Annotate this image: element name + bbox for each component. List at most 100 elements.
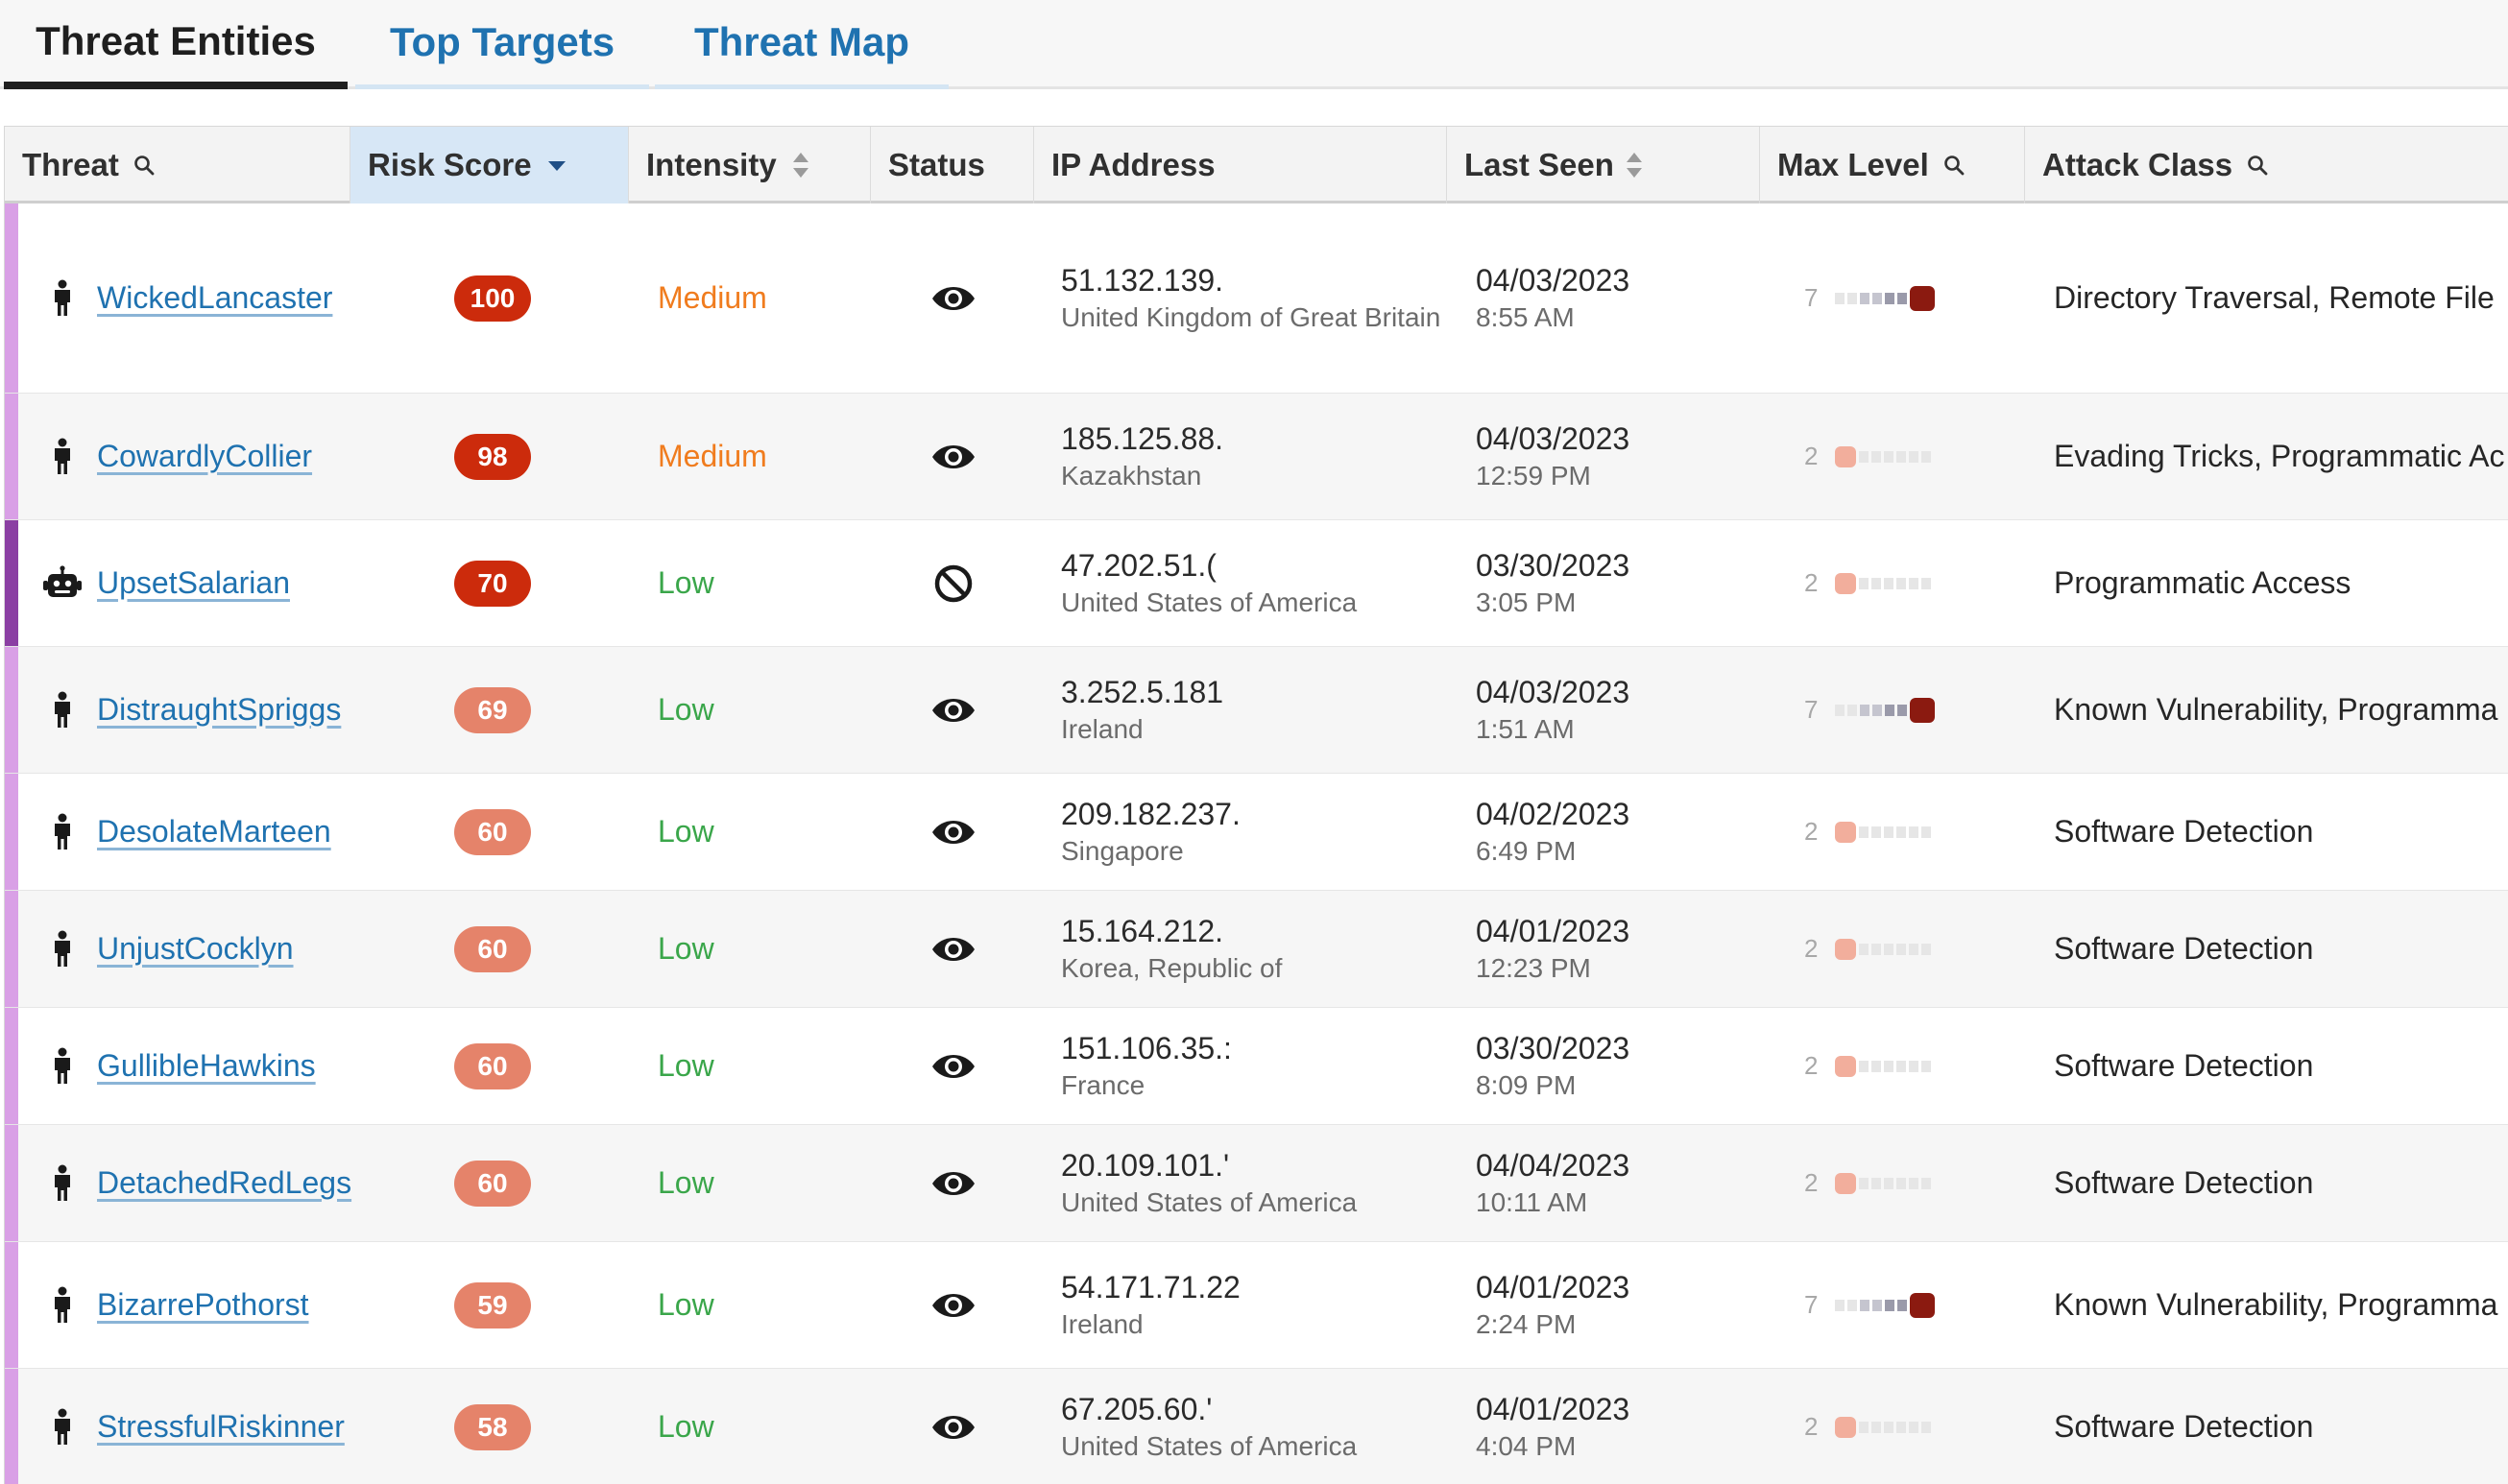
last-seen-date: 04/03/2023 (1476, 420, 1630, 456)
eye-icon[interactable] (925, 394, 982, 519)
search-icon[interactable] (2246, 154, 2269, 177)
max-level-bar (1835, 445, 1931, 467)
intensity-value: Medium (658, 439, 767, 473)
level-segment (1859, 826, 1869, 838)
ip-address: 151.106.35.: (1061, 1030, 1232, 1065)
column-max-level-label: Max Level (1777, 147, 1929, 182)
column-risk-score[interactable]: Risk Score (350, 127, 629, 203)
last-seen-time: 2:24 PM (1476, 1308, 1577, 1339)
last-seen-cell: 03/30/2023 8:09 PM (1476, 1008, 1629, 1124)
level-segment (1885, 1299, 1894, 1311)
last-seen-date: 03/30/2023 (1476, 547, 1630, 583)
eye-icon[interactable] (925, 774, 982, 890)
table-row[interactable]: GullibleHawkins 60 Low 151.106.35.: France 03… (5, 1008, 2508, 1125)
column-threat[interactable]: Threat (5, 127, 350, 203)
level-segment (1896, 450, 1906, 463)
search-icon[interactable] (133, 154, 156, 177)
risk-score-cell: 98 (446, 394, 539, 519)
ip-address: 15.164.212. (1061, 913, 1224, 948)
human-icon (43, 203, 82, 393)
entity-type-stripe (5, 1242, 18, 1368)
max-level-indicator: 2 (1804, 1125, 1977, 1241)
table-row[interactable]: DetachedRedLegs 60 Low 20.109.101.' United S… (5, 1125, 2508, 1242)
intensity-value: Low (658, 814, 714, 849)
max-level-number: 2 (1804, 442, 1819, 470)
level-segment (1860, 704, 1869, 716)
column-intensity[interactable]: Intensity (629, 127, 871, 203)
threat-name-link[interactable]: CowardlyCollier (97, 394, 356, 519)
column-ip-address[interactable]: IP Address (1034, 127, 1447, 203)
last-seen-date: 04/01/2023 (1476, 1269, 1630, 1304)
last-seen-time: 8:09 PM (1476, 1069, 1577, 1100)
eye-icon[interactable] (925, 203, 982, 393)
intensity-value: Low (658, 565, 714, 600)
threat-name-link[interactable]: DetachedRedLegs (97, 1125, 356, 1241)
risk-score-cell: 69 (446, 647, 539, 773)
intensity-value: Low (658, 931, 714, 966)
column-ip-label: IP Address (1051, 147, 1216, 182)
last-seen-date: 04/01/2023 (1476, 913, 1630, 948)
column-last-seen[interactable]: Last Seen (1447, 127, 1760, 203)
level-segment (1835, 1299, 1845, 1311)
sort-icon[interactable] (790, 150, 811, 180)
threat-name-link[interactable]: UnjustCocklyn (97, 891, 356, 1007)
max-level-indicator: 2 (1804, 891, 1977, 1007)
eye-icon[interactable] (925, 891, 982, 1007)
max-level-indicator: 7 (1804, 647, 1977, 773)
level-segment (1921, 450, 1931, 463)
level-marker (1910, 697, 1935, 723)
tab-top-targets[interactable]: Top Targets (355, 0, 649, 89)
risk-score-badge: 60 (454, 925, 531, 972)
last-seen-time: 10:11 AM (1476, 1186, 1588, 1217)
table-row[interactable]: BizarrePothorst 59 Low 54.171.71.22 Ireland 0… (5, 1242, 2508, 1369)
tab-threat-map[interactable]: Threat Map (655, 0, 949, 89)
attack-class-value: Software Detection (2054, 814, 2314, 849)
human-icon (43, 774, 82, 890)
column-attack-class[interactable]: Attack Class (2025, 127, 2508, 203)
table-row[interactable]: WickedLancaster 100 Medium 51.132.139. Unite… (5, 203, 2508, 394)
threat-name-link[interactable]: GullibleHawkins (97, 1008, 356, 1124)
level-marker (1835, 821, 1856, 843)
sort-descending-icon[interactable] (545, 154, 568, 177)
table-row[interactable]: UnjustCocklyn 60 Low 15.164.212. Korea, Repu… (5, 891, 2508, 1008)
risk-score-badge: 100 (454, 275, 531, 322)
level-segment (1859, 577, 1869, 589)
eye-icon[interactable] (925, 1242, 982, 1368)
attack-class-value: Programmatic Access (2054, 565, 2351, 600)
threat-name-link[interactable]: StressfulRiskinner (97, 1369, 356, 1484)
table-row[interactable]: CowardlyCollier 98 Medium 185.125.88. Kazakh… (5, 394, 2508, 520)
eye-icon[interactable] (925, 1008, 982, 1124)
tab-threat-entities[interactable]: Threat Entities (4, 0, 348, 89)
intensity-value: Low (658, 692, 714, 727)
sort-icon[interactable] (1624, 150, 1645, 180)
last-seen-date: 04/02/2023 (1476, 796, 1630, 831)
table-row[interactable]: DistraughtSpriggs 69 Low 3.252.5.181 Ireland… (5, 647, 2508, 774)
last-seen-cell: 04/01/2023 12:23 PM (1476, 891, 1629, 1007)
eye-icon[interactable] (925, 1369, 982, 1484)
human-icon (43, 394, 82, 519)
eye-icon[interactable] (925, 1125, 982, 1241)
table-row[interactable]: DesolateMarteen 60 Low 209.182.237. Singapor… (5, 774, 2508, 891)
threat-name-link[interactable]: UpsetSalarian (97, 520, 356, 646)
bot-icon (43, 520, 82, 646)
entity-type-stripe (5, 1008, 18, 1124)
column-max-level[interactable]: Max Level (1760, 127, 2025, 203)
table-row[interactable]: StressfulRiskinner 58 Low 67.205.60.' United… (5, 1369, 2508, 1484)
level-segment (1871, 1421, 1881, 1433)
max-level-number: 7 (1804, 1290, 1819, 1319)
risk-score-cell: 100 (446, 203, 539, 393)
column-risk-label: Risk Score (368, 147, 532, 182)
threat-name-link[interactable]: DesolateMarteen (97, 774, 356, 890)
threat-name-link[interactable]: DistraughtSpriggs (97, 647, 356, 773)
blocked-icon[interactable] (925, 520, 982, 646)
eye-icon[interactable] (925, 647, 982, 773)
search-icon[interactable] (1942, 154, 1965, 177)
threat-name-link[interactable]: WickedLancaster (97, 203, 356, 393)
max-level-bar (1835, 938, 1931, 960)
threat-entities-page: Threat Entities Top Targets Threat Map T… (0, 0, 2508, 1484)
table-row[interactable]: UpsetSalarian 70 Low 47.202.51.(United Stat… (5, 520, 2508, 647)
level-segment (1835, 292, 1845, 304)
threat-name-link[interactable]: BizarrePothorst (97, 1242, 356, 1368)
column-status[interactable]: Status (871, 127, 1034, 203)
last-seen-date: 04/01/2023 (1476, 1391, 1630, 1426)
